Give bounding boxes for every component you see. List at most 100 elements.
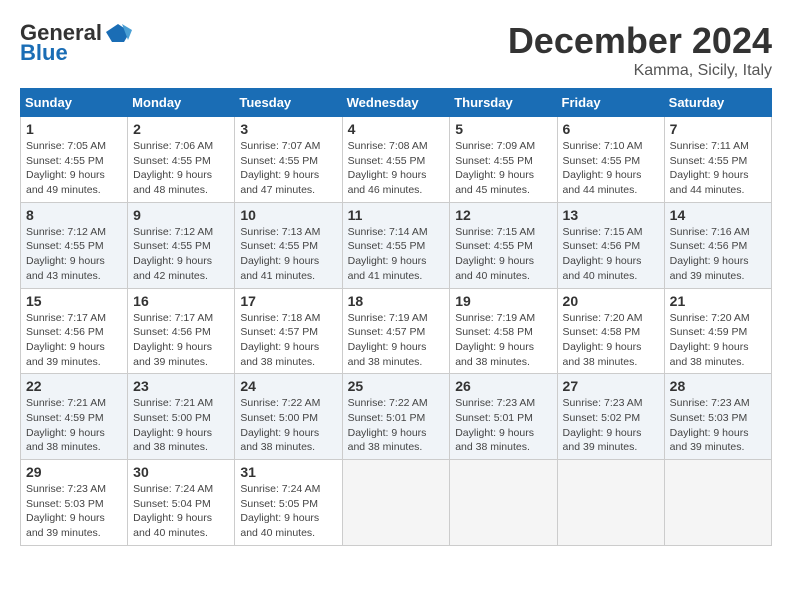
day-info: Sunrise: 7:17 AMSunset: 4:56 PMDaylight:… [26, 311, 122, 370]
day-number: 15 [26, 293, 122, 309]
day-number: 10 [240, 207, 336, 223]
day-info: Sunrise: 7:24 AMSunset: 5:05 PMDaylight:… [240, 482, 336, 541]
calendar-cell: 26 Sunrise: 7:23 AMSunset: 5:01 PMDayligh… [450, 374, 557, 460]
calendar-cell: 5Sunrise: 7:09 AMSunset: 4:55 PMDaylight… [450, 117, 557, 203]
day-info: Sunrise: 7:23 AMSunset: 5:02 PMDaylight:… [563, 396, 659, 455]
calendar-cell: 28Sunrise: 7:23 AMSunset: 5:03 PMDayligh… [664, 374, 771, 460]
calendar-cell: 6Sunrise: 7:10 AMSunset: 4:55 PMDaylight… [557, 117, 664, 203]
calendar-cell: 16 Sunrise: 7:17 AMSunset: 4:56 PMDayligh… [128, 288, 235, 374]
day-info: Sunrise: 7:24 AMSunset: 5:04 PMDaylight:… [133, 482, 229, 541]
day-info: Sunrise: 7:19 AMSunset: 4:58 PMDaylight:… [455, 311, 551, 370]
day-number: 8 [26, 207, 122, 223]
day-info: Sunrise: 7:12 AMSunset: 4:55 PMDaylight:… [26, 225, 122, 284]
day-number: 4 [348, 121, 445, 137]
day-number: 12 [455, 207, 551, 223]
weekday-header-row: SundayMondayTuesdayWednesdayThursdayFrid… [21, 89, 772, 117]
day-number: 5 [455, 121, 551, 137]
weekday-header-sunday: Sunday [21, 89, 128, 117]
calendar-cell [342, 460, 450, 546]
weekday-header-friday: Friday [557, 89, 664, 117]
calendar-cell: 25Sunrise: 7:22 AMSunset: 5:01 PMDayligh… [342, 374, 450, 460]
day-number: 29 [26, 464, 122, 480]
calendar-cell: 24Sunrise: 7:22 AMSunset: 5:00 PMDayligh… [235, 374, 342, 460]
calendar-week-row: 15 Sunrise: 7:17 AMSunset: 4:56 PMDayligh… [21, 288, 772, 374]
day-info: Sunrise: 7:17 AMSunset: 4:56 PMDaylight:… [133, 311, 229, 370]
weekday-header-monday: Monday [128, 89, 235, 117]
day-info: Sunrise: 7:23 AMSunset: 5:03 PMDaylight:… [670, 396, 766, 455]
day-info: Sunrise: 7:15 AMSunset: 4:55 PMDaylight:… [455, 225, 551, 284]
calendar-cell: 7Sunrise: 7:11 AMSunset: 4:55 PMDaylight… [664, 117, 771, 203]
day-number: 14 [670, 207, 766, 223]
calendar-cell [557, 460, 664, 546]
day-number: 16 [133, 293, 229, 309]
calendar-cell: 27 Sunrise: 7:23 AMSunset: 5:02 PMDayligh… [557, 374, 664, 460]
calendar-cell: 3Sunrise: 7:07 AMSunset: 4:55 PMDaylight… [235, 117, 342, 203]
calendar-cell [664, 460, 771, 546]
calendar-cell: 14 Sunrise: 7:16 AMSunset: 4:56 PMDayligh… [664, 202, 771, 288]
calendar-table: SundayMondayTuesdayWednesdayThursdayFrid… [20, 88, 772, 546]
day-number: 1 [26, 121, 122, 137]
day-info: Sunrise: 7:21 AMSunset: 5:00 PMDaylight:… [133, 396, 229, 455]
day-info: Sunrise: 7:12 AMSunset: 4:55 PMDaylight:… [133, 225, 229, 284]
calendar-subtitle: Kamma, Sicily, Italy [508, 62, 772, 80]
calendar-cell: 30 Sunrise: 7:24 AMSunset: 5:04 PMDayligh… [128, 460, 235, 546]
calendar-cell: 21 Sunrise: 7:20 AMSunset: 4:59 PMDayligh… [664, 288, 771, 374]
day-info: Sunrise: 7:13 AMSunset: 4:55 PMDaylight:… [240, 225, 336, 284]
title-area: December 2024 Kamma, Sicily, Italy [508, 20, 772, 80]
weekday-header-wednesday: Wednesday [342, 89, 450, 117]
day-number: 30 [133, 464, 229, 480]
day-number: 17 [240, 293, 336, 309]
day-info: Sunrise: 7:18 AMSunset: 4:57 PMDaylight:… [240, 311, 336, 370]
day-info: Sunrise: 7:23 AMSunset: 5:01 PMDaylight:… [455, 396, 551, 455]
calendar-cell: 20 Sunrise: 7:20 AMSunset: 4:58 PMDayligh… [557, 288, 664, 374]
day-info: Sunrise: 7:20 AMSunset: 4:58 PMDaylight:… [563, 311, 659, 370]
calendar-cell: 17 Sunrise: 7:18 AMSunset: 4:57 PMDayligh… [235, 288, 342, 374]
day-number: 11 [348, 207, 445, 223]
weekday-header-saturday: Saturday [664, 89, 771, 117]
day-number: 3 [240, 121, 336, 137]
logo: General Blue [20, 20, 132, 66]
day-number: 7 [670, 121, 766, 137]
day-number: 20 [563, 293, 659, 309]
day-info: Sunrise: 7:19 AMSunset: 4:57 PMDaylight:… [348, 311, 445, 370]
calendar-cell: 11 Sunrise: 7:14 AMSunset: 4:55 PMDayligh… [342, 202, 450, 288]
day-info: Sunrise: 7:06 AMSunset: 4:55 PMDaylight:… [133, 139, 229, 198]
day-number: 27 [563, 378, 659, 394]
day-number: 31 [240, 464, 336, 480]
day-number: 26 [455, 378, 551, 394]
calendar-week-row: 1 Sunrise: 7:05 AMSunset: 4:55 PMDaylight… [21, 117, 772, 203]
day-info: Sunrise: 7:14 AMSunset: 4:55 PMDaylight:… [348, 225, 445, 284]
logo-icon [104, 22, 132, 44]
calendar-cell: 29 Sunrise: 7:23 AMSunset: 5:03 PMDayligh… [21, 460, 128, 546]
day-info: Sunrise: 7:23 AMSunset: 5:03 PMDaylight:… [26, 482, 122, 541]
day-info: Sunrise: 7:21 AMSunset: 4:59 PMDaylight:… [26, 396, 122, 455]
day-number: 2 [133, 121, 229, 137]
calendar-cell: 22Sunrise: 7:21 AMSunset: 4:59 PMDayligh… [21, 374, 128, 460]
day-number: 13 [563, 207, 659, 223]
calendar-cell: 1 Sunrise: 7:05 AMSunset: 4:55 PMDaylight… [21, 117, 128, 203]
calendar-cell: 13Sunrise: 7:15 AMSunset: 4:56 PMDayligh… [557, 202, 664, 288]
day-info: Sunrise: 7:20 AMSunset: 4:59 PMDaylight:… [670, 311, 766, 370]
day-info: Sunrise: 7:08 AMSunset: 4:55 PMDaylight:… [348, 139, 445, 198]
calendar-cell: 15 Sunrise: 7:17 AMSunset: 4:56 PMDayligh… [21, 288, 128, 374]
day-info: Sunrise: 7:22 AMSunset: 5:00 PMDaylight:… [240, 396, 336, 455]
day-info: Sunrise: 7:22 AMSunset: 5:01 PMDaylight:… [348, 396, 445, 455]
calendar-cell: 12 Sunrise: 7:15 AMSunset: 4:55 PMDayligh… [450, 202, 557, 288]
calendar-cell: 10 Sunrise: 7:13 AMSunset: 4:55 PMDayligh… [235, 202, 342, 288]
calendar-cell: 2 Sunrise: 7:06 AMSunset: 4:55 PMDaylight… [128, 117, 235, 203]
calendar-week-row: 22Sunrise: 7:21 AMSunset: 4:59 PMDayligh… [21, 374, 772, 460]
header: General Blue December 2024 Kamma, Sicily… [20, 20, 772, 80]
calendar-cell: 4 Sunrise: 7:08 AMSunset: 4:55 PMDaylight… [342, 117, 450, 203]
day-number: 21 [670, 293, 766, 309]
day-info: Sunrise: 7:05 AMSunset: 4:55 PMDaylight:… [26, 139, 122, 198]
logo-blue-text: Blue [20, 40, 68, 66]
day-number: 6 [563, 121, 659, 137]
calendar-cell: 31 Sunrise: 7:24 AMSunset: 5:05 PMDayligh… [235, 460, 342, 546]
weekday-header-thursday: Thursday [450, 89, 557, 117]
day-number: 18 [348, 293, 445, 309]
calendar-cell: 23 Sunrise: 7:21 AMSunset: 5:00 PMDayligh… [128, 374, 235, 460]
calendar-cell: 19Sunrise: 7:19 AMSunset: 4:58 PMDayligh… [450, 288, 557, 374]
day-info: Sunrise: 7:16 AMSunset: 4:56 PMDaylight:… [670, 225, 766, 284]
calendar-cell: 8 Sunrise: 7:12 AMSunset: 4:55 PMDaylight… [21, 202, 128, 288]
day-number: 23 [133, 378, 229, 394]
